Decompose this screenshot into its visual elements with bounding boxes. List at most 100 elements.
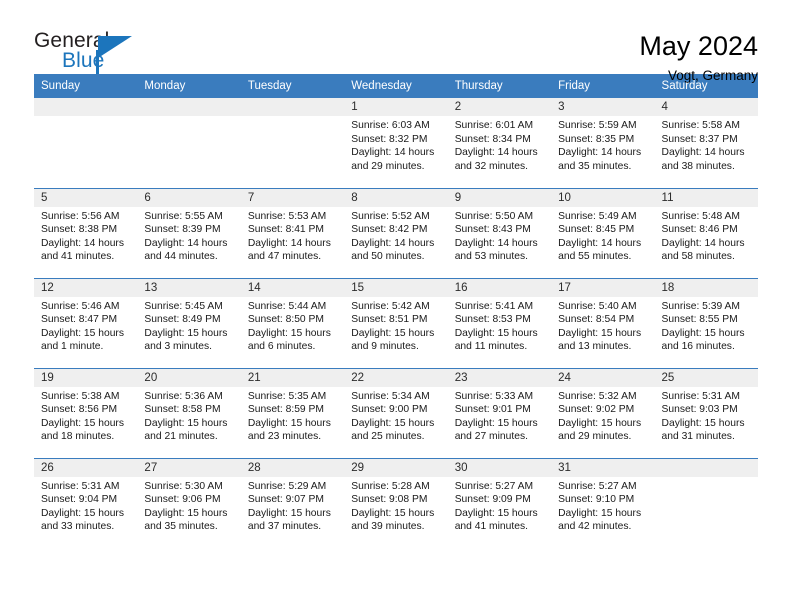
calendar-day-cell[interactable]: 11 Sunrise: 5:48 AM Sunset: 8:46 PM Dayligh… [654,187,758,278]
calendar-day-cell[interactable]: 26 Sunrise: 5:31 AM Sunset: 9:04 PM Dayligh… [34,457,138,548]
calendar-cell-empty [240,98,345,188]
calendar-day-cell[interactable]: 23 Sunrise: 5:33 AM Sunset: 9:01 PM Dayligh… [447,367,552,458]
sunrise-text: Sunrise: 5:40 AM [558,300,637,312]
day-number [137,98,241,116]
calendar-day-cell[interactable]: 31 Sunrise: 5:27 AM Sunset: 9:10 PM Dayligh… [551,457,655,548]
sunrise-text: Sunrise: 5:41 AM [454,300,534,312]
calendar-cell-empty [34,98,138,188]
sunset-text: Sunset: 8:50 PM [247,314,324,326]
day-details: Sunrise: 6:01 AM Sunset: 8:34 PM Daylight:… [448,116,551,173]
sunrise-text: Sunrise: 5:27 AM [454,480,534,492]
calendar-day-cell[interactable]: 18 Sunrise: 5:39 AM Sunset: 8:55 PM Dayligh… [654,277,758,368]
sunset-text: Sunset: 8:39 PM [144,224,221,236]
day-number: 13 [137,278,241,297]
calendar-week-row: 19 Sunrise: 5:38 AM Sunset: 8:56 PM Dayligh… [34,367,758,458]
daylight-text-line1: Daylight: 15 hours [558,417,642,429]
daylight-text-line1: Daylight: 15 hours [144,417,228,429]
calendar-day-cell[interactable]: 30 Sunrise: 5:27 AM Sunset: 9:09 PM Dayligh… [447,457,552,548]
day-number: 30 [447,458,552,477]
calendar-day-cell[interactable]: 9 Sunrise: 5:50 AM Sunset: 8:43 PM Daylight… [447,187,552,278]
sunset-text: Sunset: 9:03 PM [661,404,738,416]
calendar-day-cell[interactable]: 27 Sunrise: 5:30 AM Sunset: 9:06 PM Dayligh… [137,457,241,548]
day-number [654,458,758,477]
sunrise-text: Sunrise: 5:28 AM [351,480,430,492]
daylight-text-line2: and 13 minutes. [558,341,632,353]
daylight-text-line1: Daylight: 15 hours [454,327,538,339]
calendar-day-cell[interactable]: 5 Sunrise: 5:56 AM Sunset: 8:38 PM Daylight… [34,187,138,278]
day-number: 16 [447,278,552,297]
sunrise-text: Sunrise: 6:03 AM [351,120,430,131]
sunrise-text: Sunrise: 5:50 AM [454,210,534,222]
sunset-text: Sunset: 8:43 PM [454,224,531,236]
sunset-text: Sunset: 8:35 PM [558,133,635,145]
calendar-day-cell[interactable]: 4 Sunrise: 5:58 AM Sunset: 8:37 PM Daylight… [654,98,758,188]
day-details: Sunrise: 5:50 AM Sunset: 8:43 PM Daylight:… [448,207,551,264]
calendar-day-cell[interactable]: 16 Sunrise: 5:41 AM Sunset: 8:53 PM Dayligh… [447,277,552,368]
calendar-day-cell[interactable]: 3 Sunrise: 5:59 AM Sunset: 8:35 PM Daylight… [551,98,655,188]
calendar-day-cell[interactable]: 6 Sunrise: 5:55 AM Sunset: 8:39 PM Daylight… [137,187,241,278]
sunrise-text: Sunrise: 5:49 AM [558,210,637,222]
daylight-text-line2: and 3 minutes. [144,341,212,353]
sunset-text: Sunset: 8:47 PM [41,314,118,326]
day-number: 14 [240,278,345,297]
daylight-text-line1: Daylight: 14 hours [144,237,228,249]
sunrise-text: Sunrise: 5:30 AM [144,480,223,492]
daylight-text-line1: Daylight: 15 hours [558,327,642,339]
sunset-text: Sunset: 9:07 PM [247,494,324,506]
calendar-day-cell[interactable]: 10 Sunrise: 5:49 AM Sunset: 8:45 PM Dayligh… [551,187,655,278]
day-details: Sunrise: 5:38 AM Sunset: 8:56 PM Daylight:… [34,387,137,444]
weekday-header-tuesday: Tuesday [240,74,345,98]
calendar-day-cell[interactable]: 14 Sunrise: 5:44 AM Sunset: 8:50 PM Dayligh… [240,277,345,368]
day-number: 18 [654,278,758,297]
calendar-day-cell[interactable]: 29 Sunrise: 5:28 AM Sunset: 9:08 PM Dayligh… [344,457,448,548]
day-number: 2 [447,98,552,116]
calendar-day-cell[interactable]: 1 Sunrise: 6:03 AM Sunset: 8:32 PM Daylight… [344,98,448,188]
sunrise-text: Sunrise: 5:53 AM [247,210,327,222]
daylight-text-line2: and 41 minutes. [454,521,528,533]
calendar-day-cell[interactable]: 7 Sunrise: 5:53 AM Sunset: 8:41 PM Daylight… [240,187,345,278]
calendar-day-cell[interactable]: 2 Sunrise: 6:01 AM Sunset: 8:34 PM Daylight… [447,98,552,188]
daylight-text-line1: Daylight: 15 hours [454,507,538,519]
calendar-day-cell[interactable]: 13 Sunrise: 5:45 AM Sunset: 8:49 PM Dayligh… [137,277,241,368]
day-number: 21 [240,368,345,387]
day-number [34,98,138,116]
daylight-text-line1: Daylight: 14 hours [558,237,642,249]
daylight-text-line2: and 42 minutes. [558,521,632,533]
sunrise-text: Sunrise: 5:52 AM [351,210,430,222]
day-details: Sunrise: 5:31 AM Sunset: 9:04 PM Daylight:… [34,477,137,534]
day-number: 25 [654,368,758,387]
calendar-day-cell[interactable]: 21 Sunrise: 5:35 AM Sunset: 8:59 PM Dayligh… [240,367,345,458]
sunrise-text: Sunrise: 5:27 AM [558,480,637,492]
calendar-day-cell[interactable]: 15 Sunrise: 5:42 AM Sunset: 8:51 PM Dayligh… [344,277,448,368]
calendar-day-cell[interactable]: 24 Sunrise: 5:32 AM Sunset: 9:02 PM Dayligh… [551,367,655,458]
day-number: 4 [654,98,758,116]
sunrise-text: Sunrise: 5:42 AM [351,300,430,312]
day-number: 22 [344,368,448,387]
calendar-day-cell[interactable]: 19 Sunrise: 5:38 AM Sunset: 8:56 PM Dayligh… [34,367,138,458]
calendar-body: 1 Sunrise: 6:03 AM Sunset: 8:32 PM Daylight… [34,98,758,548]
sunset-text: Sunset: 9:01 PM [454,404,531,416]
sunrise-text: Sunrise: 5:35 AM [247,390,327,402]
calendar-day-cell[interactable]: 22 Sunrise: 5:34 AM Sunset: 9:00 PM Dayligh… [344,367,448,458]
sunset-text: Sunset: 9:02 PM [558,404,635,416]
sunrise-text: Sunrise: 5:59 AM [558,120,637,131]
day-number: 6 [137,188,241,207]
sunrise-text: Sunrise: 5:31 AM [41,480,120,492]
day-details: Sunrise: 5:35 AM Sunset: 8:59 PM Daylight:… [241,387,344,444]
sunrise-text: Sunrise: 5:44 AM [247,300,327,312]
calendar-day-cell[interactable]: 20 Sunrise: 5:36 AM Sunset: 8:58 PM Dayligh… [137,367,241,458]
calendar-day-cell[interactable]: 28 Sunrise: 5:29 AM Sunset: 9:07 PM Dayligh… [240,457,345,548]
daylight-text-line2: and 1 minute. [41,341,104,353]
calendar-day-cell[interactable]: 8 Sunrise: 5:52 AM Sunset: 8:42 PM Daylight… [344,187,448,278]
calendar-day-cell[interactable]: 17 Sunrise: 5:40 AM Sunset: 8:54 PM Dayligh… [551,277,655,368]
general-blue-logo[interactable]: General Blue [34,30,154,78]
sunset-text: Sunset: 8:45 PM [558,224,635,236]
day-number: 9 [447,188,552,207]
day-number: 3 [551,98,655,116]
daylight-text-line1: Daylight: 14 hours [454,147,538,159]
calendar-day-cell[interactable]: 25 Sunrise: 5:31 AM Sunset: 9:03 PM Dayligh… [654,367,758,458]
calendar-day-cell[interactable]: 12 Sunrise: 5:46 AM Sunset: 8:47 PM Dayligh… [34,277,138,368]
day-details: Sunrise: 5:53 AM Sunset: 8:41 PM Daylight:… [241,207,344,264]
day-number: 11 [654,188,758,207]
daylight-text-line2: and 25 minutes. [351,431,425,443]
